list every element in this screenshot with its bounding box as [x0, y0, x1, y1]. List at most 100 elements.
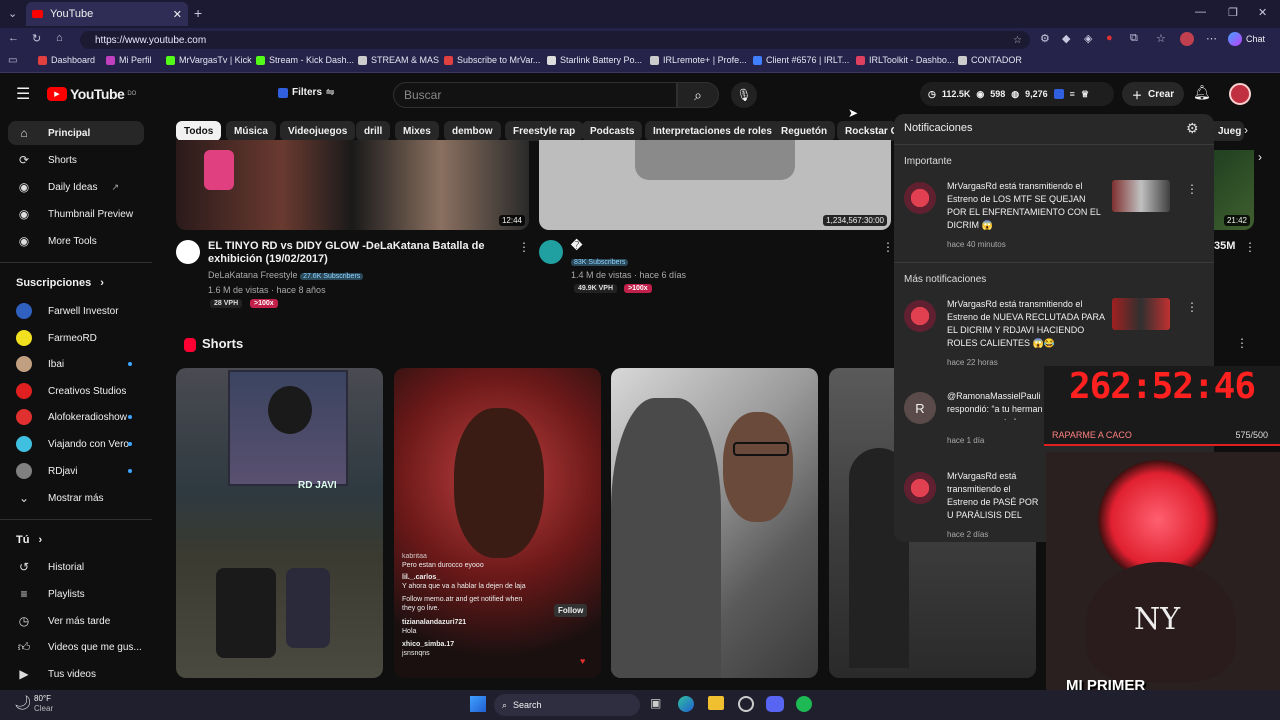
bookmark-item[interactable]: Subscribe to MrVar... [444, 55, 540, 65]
sidebar-item-liked-videos[interactable]: 👍︎ Videos que me gus... [16, 639, 142, 655]
sidebar-item-shorts[interactable]: ⟳ Shorts [16, 152, 77, 168]
bookmark-item[interactable]: Starlink Battery Po... [547, 55, 642, 65]
chip[interactable]: Música [226, 121, 276, 141]
short-thumbnail[interactable]: kabritaa Pero estan durocco eyooo lil._.… [394, 368, 601, 678]
chevron-right-icon[interactable]: › [1244, 123, 1248, 137]
extensions-icon[interactable]: ⧉ [1130, 32, 1138, 45]
voice-search-button[interactable]: 🎙 [731, 82, 757, 108]
sidebar-sub-item[interactable]: Creativos Studios [16, 383, 126, 399]
bookmark-item[interactable]: CONTADOR [958, 55, 1022, 65]
more-options-icon[interactable]: ⋮ [518, 240, 530, 254]
more-options-icon[interactable]: ⋮ [1186, 182, 1198, 196]
chip[interactable]: Reguetón [773, 121, 836, 141]
profile-avatar[interactable] [1180, 32, 1194, 46]
bookmark-item[interactable]: Client #6576 | IRLT... [753, 55, 849, 65]
sidebar-item-thumbnail-preview[interactable]: ◉ Thumbnail Preview [16, 206, 133, 222]
chip[interactable]: dembow [444, 121, 501, 141]
sidebar-item-history[interactable]: ↺ Historial [16, 559, 84, 575]
extension-icon[interactable]: ◆ [1062, 32, 1070, 45]
favorite-star-icon[interactable]: ☆ [1013, 35, 1022, 46]
channel-avatar[interactable] [176, 240, 200, 264]
follow-button[interactable]: Follow [554, 604, 588, 617]
sidebar-sub-item[interactable]: Alofokeradioshow [16, 409, 127, 425]
sidebar-sub-item[interactable]: Ibai [16, 356, 64, 372]
sidebar-item-principal[interactable]: ⌂ Principal [16, 125, 90, 141]
file-explorer-icon[interactable] [708, 696, 724, 710]
bell-icon[interactable]: 🔔︎ [1193, 84, 1211, 101]
create-button[interactable]: ＋ Crear [1122, 82, 1184, 106]
chip[interactable]: Podcasts [582, 121, 643, 141]
close-tab-icon[interactable]: ✕ [173, 8, 182, 21]
chip[interactable]: Mixes [395, 121, 439, 141]
channel-name[interactable]: DeLaKatana Freestyle 27.6K Subscribers [208, 270, 364, 280]
edge-icon[interactable] [678, 696, 694, 712]
video-thumbnail[interactable]: 21:42 [1214, 150, 1254, 230]
list-icon[interactable]: ≡ [1070, 89, 1075, 99]
chip[interactable]: Freestyle rap [505, 121, 584, 141]
chip[interactable]: Jueg [1210, 121, 1244, 141]
taskbar-search[interactable]: ⌕ Search [494, 694, 640, 716]
refresh-icon[interactable]: ↻ [32, 32, 41, 45]
minimize-icon[interactable]: — [1195, 6, 1206, 18]
sidebar-sub-item[interactable]: FarmeoRD [16, 330, 97, 346]
bookmark-item[interactable]: Dashboard [38, 55, 95, 65]
sidebar-item-your-videos[interactable]: ▶ Tus videos [16, 666, 96, 682]
more-options-icon[interactable]: ⋮ [1236, 336, 1248, 350]
channel-name[interactable]: 83K Subscribers [571, 256, 629, 266]
extension-icon[interactable]: ● [1106, 32, 1113, 44]
short-thumbnail[interactable]: RD JAVI [176, 368, 383, 678]
short-thumbnail[interactable] [611, 368, 818, 678]
bookmark-item[interactable]: Stream - Kick Dash... [256, 55, 354, 65]
video-thumbnail[interactable]: 12:44 [176, 140, 529, 230]
menu-icon[interactable]: ☰ [16, 84, 30, 104]
sidebar-sub-item[interactable]: Viajando con Vero [16, 436, 129, 452]
maximize-icon[interactable]: ❐ [1228, 6, 1238, 19]
youtube-logo[interactable]: ▶ YouTube DO [47, 86, 136, 102]
home-browser-icon[interactable]: ⌂ [56, 32, 63, 44]
video-thumbnail[interactable]: 1,234,567:30:00 [539, 140, 891, 230]
more-options-icon[interactable]: ⋮ [882, 240, 894, 254]
sidebar-sub-item[interactable]: Farwell Investor [16, 303, 119, 319]
more-options-icon[interactable]: ⋮ [1244, 240, 1256, 254]
url-field[interactable]: https://www.youtube.com ☆ [80, 31, 1030, 49]
sidebar-item-watch-later[interactable]: ◷ Ver más tarde [16, 613, 111, 629]
show-more-button[interactable]: ⌄ Mostrar más [16, 490, 104, 506]
back-icon[interactable]: ← [8, 32, 19, 44]
video-title[interactable]: � [571, 240, 871, 253]
chip[interactable]: Rockstar Ga [837, 121, 897, 141]
chip[interactable]: drill [356, 121, 391, 141]
sidebar-item-daily-ideas[interactable]: ◉ Daily Ideas ↗ [16, 179, 119, 195]
chevron-right-icon[interactable]: › [1258, 150, 1262, 164]
account-avatar[interactable] [1229, 83, 1251, 105]
gear-icon[interactable]: ⚙ [1186, 120, 1199, 137]
task-view-icon[interactable]: ▣ [650, 696, 661, 710]
extension-icon[interactable]: ◈ [1084, 32, 1092, 45]
sidebar-item-playlists[interactable]: ≡ Playlists [16, 586, 84, 602]
award-icon[interactable]: ♕ [1081, 89, 1089, 100]
copilot-chat-button[interactable]: Chat [1228, 32, 1265, 46]
favorites-icon[interactable]: ☆ [1156, 32, 1166, 45]
obs-icon[interactable] [738, 696, 754, 712]
extension-icon[interactable]: ⚙ [1040, 32, 1050, 45]
you-heading[interactable]: Tú › [16, 534, 42, 546]
sidebar-sub-item[interactable]: RDjavi [16, 463, 77, 479]
new-tab-icon[interactable]: + [194, 5, 202, 21]
more-options-icon[interactable]: ⋮ [1186, 300, 1198, 314]
bookmark-item[interactable]: IRLToolkit - Dashbo... [856, 55, 954, 65]
filters-button[interactable]: Filters ⇋ [278, 87, 334, 98]
reading-list-icon[interactable]: ▭ [8, 55, 17, 66]
vidiq-icon[interactable] [1053, 89, 1064, 99]
chip-todos[interactable]: Todos [176, 121, 222, 141]
weather-widget[interactable]: 80°F Clear [34, 694, 53, 714]
chip[interactable]: Videojuegos [280, 121, 356, 141]
tab-list-icon[interactable]: ⌄ [8, 7, 17, 20]
more-icon[interactable]: ⋯ [1206, 32, 1217, 45]
close-window-icon[interactable]: ✕ [1258, 6, 1267, 19]
bookmark-item[interactable]: STREAM & MAS [358, 55, 439, 65]
windows-start-icon[interactable] [470, 696, 486, 712]
notification-item[interactable]: MrVargasRd está transmitiendo el Estreno… [894, 296, 1214, 374]
search-button[interactable]: ⌕ [677, 82, 719, 108]
bookmark-item[interactable]: MrVargasTv | Kick [166, 55, 252, 65]
discord-icon[interactable] [766, 696, 784, 712]
spotify-icon[interactable] [796, 696, 812, 712]
